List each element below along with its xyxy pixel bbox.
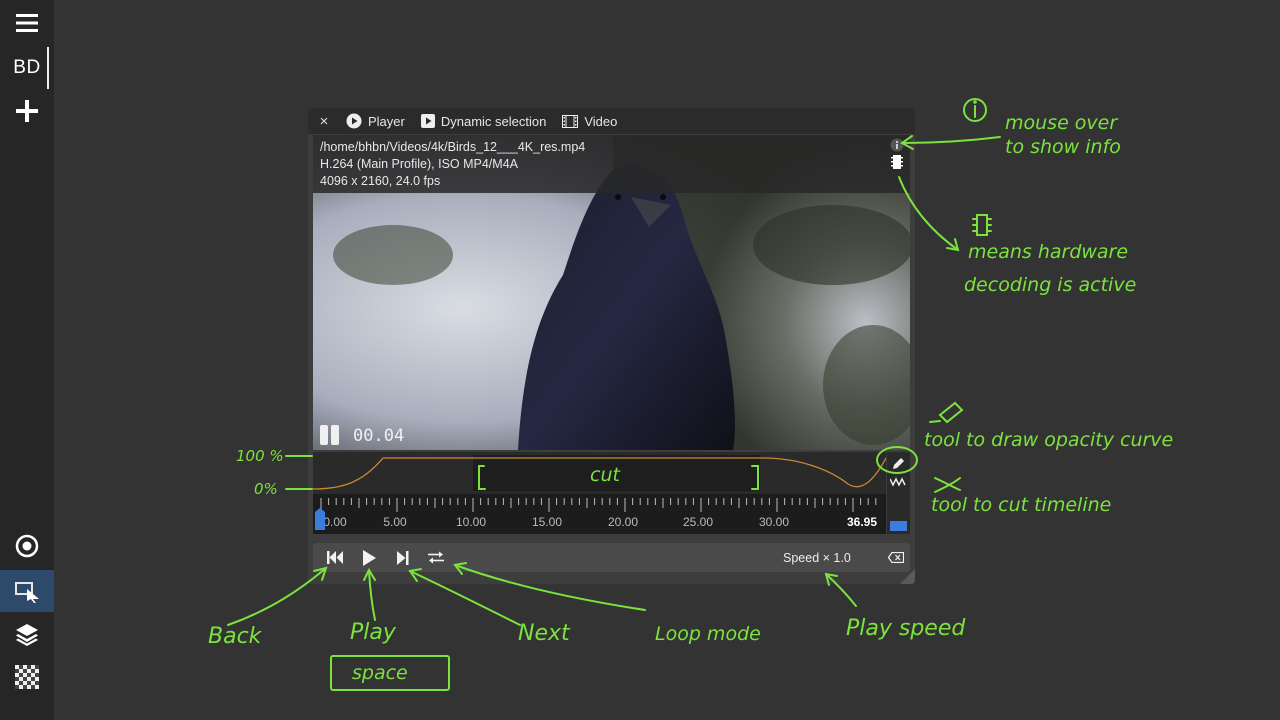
speed-label[interactable]: Speed × 1.0 [783,551,851,565]
annotation-loop: Loop mode [655,623,761,645]
loop-button[interactable] [424,543,448,572]
tick-label: 25.00 [682,515,714,529]
ruler-ticks [320,498,877,512]
close-button[interactable]: × [308,113,340,130]
tick-label: 30.00 [758,515,790,529]
back-button[interactable] [324,543,346,572]
checkerboard-button[interactable] [0,662,54,692]
annotation-0-percent: 0% [254,480,278,498]
step-forward-icon [397,550,409,565]
timecode: 00.04 [353,426,405,446]
annotation-cut: cut [590,464,620,486]
tab-player[interactable]: Player [346,113,405,129]
play-icon [363,549,376,566]
end-time: 36.95 [847,515,878,529]
window-titlebar: × Player Dynamic selection Video [308,108,915,134]
video-resolution: 4096 x 2160, 24.0 fps [320,174,441,188]
tick-label: 20.00 [607,515,639,529]
plus-icon [16,100,38,122]
skip-back-icon [327,551,343,564]
annotation-hw-line1: means hardware [968,241,1129,263]
annotation-back: Back [208,624,262,649]
tick-label: 5.00 [383,515,407,529]
pencil-icon[interactable] [891,456,906,471]
loop-icon [428,551,444,564]
annotation-info-line1: mouse over [1005,112,1118,134]
chip-icon [891,155,903,169]
annotation-cut-tool: tool to cut timeline [931,494,1112,516]
target-icon [15,534,39,558]
tick-label: 10.00 [455,515,487,529]
player-window: × Player Dynamic selection Video /home/b… [308,108,915,584]
tick-label: 0.00 [323,515,347,529]
selection-tool-button[interactable] [0,570,54,612]
timeline-tools [887,452,910,534]
annotation-play: Play [350,620,396,645]
tab-dynamic-selection[interactable]: Dynamic selection [420,113,547,129]
checkerboard-icon [15,665,39,689]
video-preview[interactable]: /home/bhbn/Videos/4k/Birds_12___4K_res.m… [313,135,910,450]
video-codec: H.264 (Main Profile), ISO MP4/M4A [320,157,518,171]
zoom-indicator[interactable] [890,521,907,531]
hamburger-icon [16,14,38,32]
info-icon[interactable] [890,138,904,152]
playback-controls: Speed × 1.0 [313,543,910,572]
waveform-icon[interactable] [890,477,907,487]
playhead[interactable] [315,508,325,530]
active-indicator [47,47,49,89]
menu-button[interactable] [0,8,54,38]
resize-grip[interactable] [900,569,915,584]
pause-icon[interactable] [320,425,340,445]
tab-dynamic-selection-label: Dynamic selection [440,113,547,129]
add-button[interactable] [0,96,54,126]
tab-video-label: Video [584,113,618,129]
annotation-info-line2: to show info [1005,136,1121,158]
annotation-hw-line2: decoding is active [964,274,1137,296]
target-button[interactable] [0,530,54,562]
annotation-next: Next [518,621,570,646]
annotation-draw-tool: tool to draw opacity curve [924,429,1174,451]
annotation-100-percent: 100 % [236,447,284,465]
backspace-icon [888,552,904,563]
annotation-space: space [352,662,408,684]
next-button[interactable] [392,543,414,572]
selection-tool-icon [15,582,39,603]
workspace-label[interactable]: BD [0,52,54,84]
video-path: /home/bhbn/Videos/4k/Birds_12___4K_res.m… [320,140,586,154]
annotation-speed: Play speed [846,616,966,641]
tab-video[interactable]: Video [562,114,617,129]
sidebar: BD [0,0,54,720]
play-square-icon [420,114,435,128]
play-button[interactable] [358,543,380,572]
film-icon [562,114,579,128]
reset-speed-button[interactable] [885,543,907,572]
layers-button[interactable] [0,619,54,649]
tab-player-label: Player [368,113,405,129]
layers-icon [16,624,38,646]
play-circle-icon [346,113,362,129]
time-ruler[interactable]: 0.00 5.00 10.00 15.00 20.00 25.00 30.00 … [313,494,886,534]
tick-label: 15.00 [531,515,563,529]
